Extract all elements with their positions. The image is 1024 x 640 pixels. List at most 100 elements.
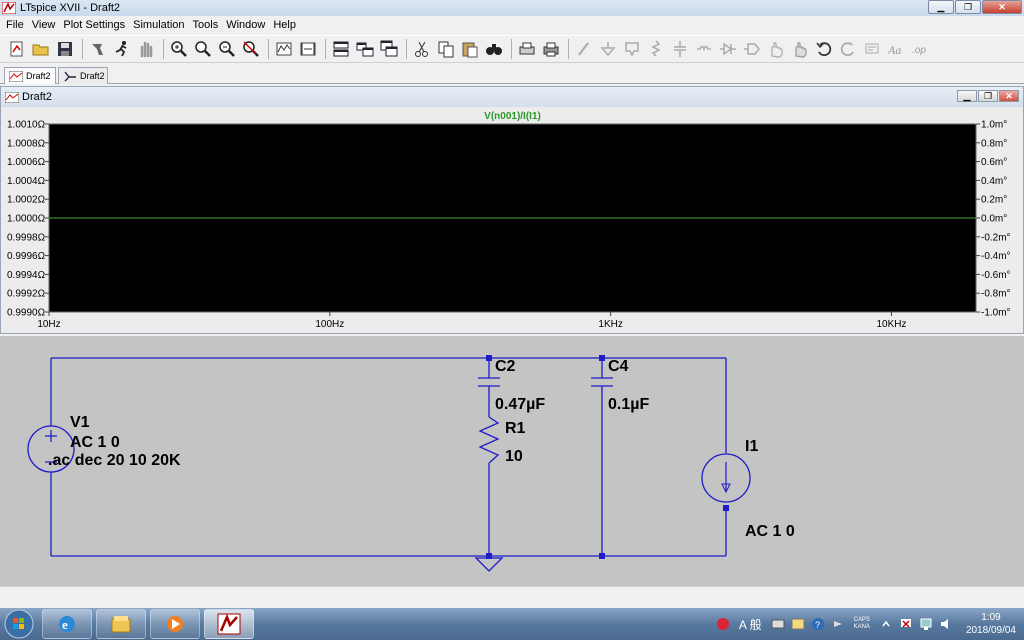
zoom-fit-button[interactable]: [240, 38, 262, 60]
window-title: LTspice XVII - Draft2: [20, 2, 121, 14]
resistor-button[interactable]: [645, 38, 667, 60]
c2-value-label[interactable]: 0.47µF: [495, 396, 545, 413]
drag-button[interactable]: [789, 38, 811, 60]
trace-title: V(n001)/I(I1): [484, 111, 541, 122]
taskbar-ie[interactable]: e: [42, 609, 92, 639]
waveform-plot[interactable]: V(n001)/I(I1) 1.0010Ω 1.0008Ω 1.0006Ω 1.0004…: [1, 107, 1023, 333]
x-tick-label: 10KHz: [876, 319, 906, 330]
cut-icon: [415, 41, 428, 57]
menu-help[interactable]: Help: [269, 19, 300, 31]
label-button[interactable]: [621, 38, 643, 60]
move-button[interactable]: [765, 38, 787, 60]
tile-horizontal-icon: [333, 41, 349, 57]
taskbar-ltspice[interactable]: [204, 609, 254, 639]
print-button[interactable]: [540, 38, 562, 60]
taskbar-explorer[interactable]: [96, 609, 146, 639]
menu-window[interactable]: Window: [222, 19, 269, 31]
tab-draft2-schematic[interactable]: Draft2: [58, 67, 108, 84]
c2-capacitor[interactable]: [478, 377, 500, 387]
undo-button[interactable]: [813, 38, 835, 60]
restore-button[interactable]: ❐: [955, 0, 981, 14]
action-center-icon[interactable]: [899, 617, 913, 631]
c4-capacitor[interactable]: [591, 377, 613, 387]
spice-directive-button[interactable]: .op: [909, 38, 931, 60]
clock-time: 1:09: [981, 612, 1001, 623]
pan-button[interactable]: [297, 38, 319, 60]
copy-button[interactable]: [435, 38, 457, 60]
horizontal-scrollbar-area[interactable]: [0, 586, 1024, 608]
toolbar-separator: [163, 39, 164, 59]
show-hidden-icons-icon[interactable]: [879, 617, 893, 631]
control-panel-button[interactable]: [87, 38, 109, 60]
r1-resistor[interactable]: [478, 416, 500, 464]
redo-button[interactable]: [837, 38, 859, 60]
paste-button[interactable]: [459, 38, 481, 60]
menu-tools[interactable]: Tools: [189, 19, 223, 31]
r1-name-label[interactable]: R1: [505, 420, 526, 437]
window-titlebar[interactable]: LTspice XVII - Draft2 ▁ ❐ ✕: [0, 0, 1024, 16]
minimize-button[interactable]: ▁: [928, 0, 954, 14]
new-schematic-button[interactable]: [6, 38, 28, 60]
wire-button[interactable]: [573, 38, 595, 60]
halt-button[interactable]: [135, 38, 157, 60]
close-button[interactable]: ✕: [982, 0, 1022, 14]
v1-name-label[interactable]: V1: [70, 414, 90, 431]
c2-name-label[interactable]: C2: [495, 358, 516, 375]
help-icon[interactable]: ?: [811, 617, 825, 631]
i1-value-label[interactable]: AC 1 0: [745, 523, 795, 540]
inductor-button[interactable]: [693, 38, 715, 60]
cascade-button[interactable]: [378, 38, 400, 60]
r1-value-label[interactable]: 10: [505, 448, 523, 465]
c4-name-label[interactable]: C4: [608, 358, 629, 375]
ime-bar-icon[interactable]: [716, 617, 730, 631]
menu-simulation[interactable]: Simulation: [129, 19, 188, 31]
i1-name-label[interactable]: I1: [745, 438, 758, 455]
tab-draft2-plot[interactable]: Draft2: [4, 67, 56, 84]
svg-text:.op: .op: [912, 45, 926, 56]
cut-button[interactable]: [411, 38, 433, 60]
taskbar-clock[interactable]: 1:09 2018/09/04: [966, 611, 1016, 637]
zoom-out-button[interactable]: [216, 38, 238, 60]
volume-icon[interactable]: [939, 617, 953, 631]
menu-plot-settings[interactable]: Plot Settings: [59, 19, 129, 31]
toolbar-separator: [268, 39, 269, 59]
start-button[interactable]: [0, 608, 38, 640]
plot-restore-button[interactable]: ❐: [978, 90, 998, 102]
ime-mode-label[interactable]: A 般: [739, 616, 762, 633]
plot-minimize-button[interactable]: ▁: [957, 90, 977, 102]
taskbar-media-player[interactable]: [150, 609, 200, 639]
i1-current-source[interactable]: [701, 453, 751, 503]
tile-horizontal-button[interactable]: [330, 38, 352, 60]
ime-options-icon[interactable]: [831, 617, 845, 631]
y-tick-label: 0.9992Ω: [7, 289, 46, 300]
diode-button[interactable]: [717, 38, 739, 60]
print-setup-button[interactable]: [516, 38, 538, 60]
zoom-in-button[interactable]: [168, 38, 190, 60]
capacitor-button[interactable]: [669, 38, 691, 60]
schematic-editor[interactable]: V1 AC 1 0 .ac dec 20 10 20K C2 0.47µF R1…: [0, 336, 1024, 586]
open-button[interactable]: [30, 38, 52, 60]
find-button[interactable]: [483, 38, 505, 60]
tile-vertical-button[interactable]: [354, 38, 376, 60]
plot-window-titlebar[interactable]: Draft2 ▁ ❐ ✕: [1, 87, 1023, 107]
c4-value-label[interactable]: 0.1µF: [608, 396, 649, 413]
ime-tool-icon[interactable]: [771, 617, 785, 631]
network-icon[interactable]: [919, 617, 933, 631]
menu-view[interactable]: View: [28, 19, 60, 31]
zoom-rubber-button[interactable]: [192, 38, 214, 60]
autorange-button[interactable]: [273, 38, 295, 60]
text-button[interactable]: Aa: [885, 38, 907, 60]
ime-pad-icon[interactable]: [791, 617, 805, 631]
windows-taskbar: e A 般 ? CAPS KANA 1:09 2018/09/04: [0, 608, 1024, 640]
rotate-button[interactable]: [861, 38, 883, 60]
save-button[interactable]: [54, 38, 76, 60]
ac-directive-label[interactable]: .ac dec 20 10 20K: [48, 452, 181, 469]
schematic-canvas[interactable]: V1 AC 1 0 .ac dec 20 10 20K C2 0.47µF R1…: [0, 336, 1024, 586]
component-button[interactable]: [741, 38, 763, 60]
run-button[interactable]: [111, 38, 133, 60]
menu-file[interactable]: File: [2, 19, 28, 31]
plot-close-button[interactable]: ✕: [999, 90, 1019, 102]
ground-button[interactable]: [597, 38, 619, 60]
toolbar-separator: [82, 39, 83, 59]
v1-value-label[interactable]: AC 1 0: [70, 434, 120, 451]
